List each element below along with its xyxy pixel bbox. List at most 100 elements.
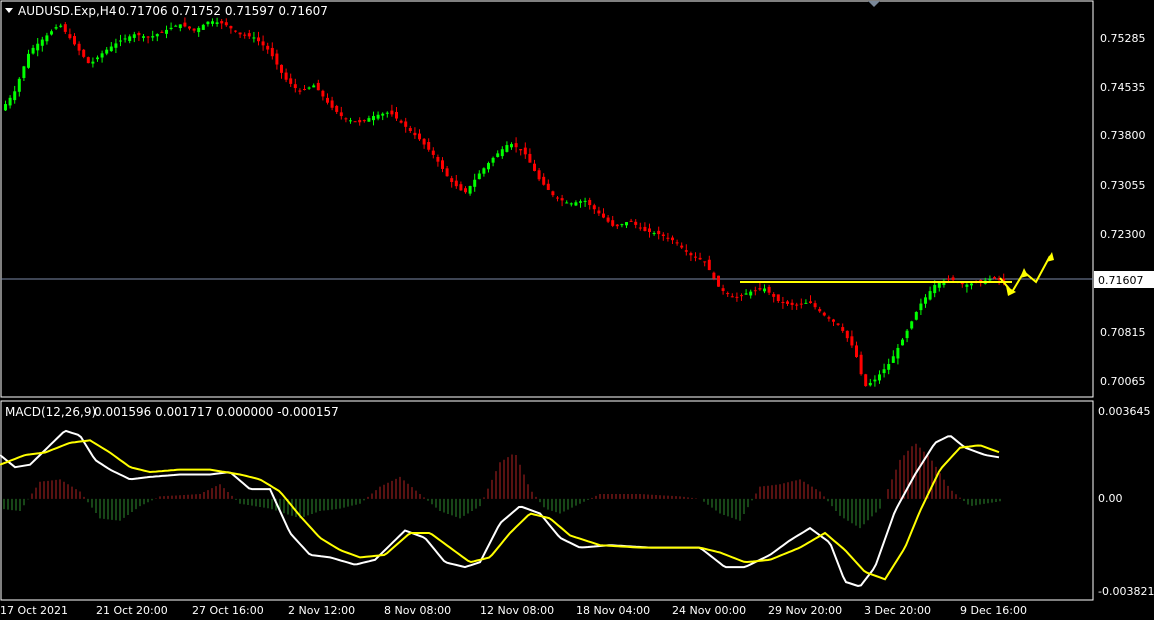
candle-bull: [574, 202, 578, 206]
candle-bear: [519, 148, 523, 151]
candle-bear: [220, 21, 224, 24]
candle-bear: [606, 217, 610, 222]
candle-bull: [887, 364, 891, 370]
macd-values: 0.001596 0.001717 0.000000 -0.000157: [94, 405, 339, 419]
candle-bull: [197, 27, 201, 33]
candle-bear: [772, 294, 776, 297]
candle-bull: [151, 36, 155, 38]
candle-bear: [592, 205, 596, 210]
candle-bear: [234, 30, 237, 32]
candle-bull: [50, 31, 53, 35]
candle-bear: [399, 120, 403, 123]
candle-bull: [749, 291, 753, 296]
candle-bull: [569, 203, 573, 205]
candle-bull: [914, 311, 918, 320]
candle-bear: [441, 160, 444, 169]
candle-bear: [648, 228, 651, 233]
candle-bull: [505, 145, 509, 152]
candle-bear: [689, 253, 693, 256]
candle-bear: [799, 303, 803, 305]
candle-bull: [482, 168, 486, 174]
time-tick-label: 2 Nov 12:00: [288, 604, 355, 617]
candle-bear: [293, 84, 297, 89]
candle-bear: [335, 105, 339, 112]
candle-bull: [36, 43, 40, 51]
candle-bull: [487, 163, 490, 170]
candle-bull: [165, 29, 168, 34]
candle-bull: [583, 200, 587, 202]
candle-bear: [993, 277, 996, 279]
chart-svg[interactable]: AUDUSD.Exp,H4 0.71706 0.71752 0.71597 0.…: [0, 0, 1154, 620]
candle-bear: [758, 288, 762, 290]
candle-bull: [882, 369, 886, 374]
candle-bull: [496, 153, 500, 157]
candle-bear: [298, 90, 302, 92]
candle-bear: [73, 36, 76, 45]
candle-bull: [970, 283, 973, 286]
candle-bear: [638, 227, 642, 229]
candle-bear: [353, 121, 357, 123]
candle-bear: [717, 275, 720, 287]
candle-bear: [330, 100, 334, 108]
candle-bear: [855, 345, 858, 358]
candle-bear: [454, 180, 458, 187]
candle-bull: [381, 113, 385, 116]
candle-bull: [178, 24, 182, 29]
price-tick-label: 0.72300: [1100, 228, 1146, 241]
candle-bull: [910, 321, 914, 329]
candle-bear: [615, 224, 619, 227]
candle-bull: [8, 97, 12, 106]
candle-bear: [445, 168, 449, 177]
candle-bear: [284, 72, 288, 80]
candle-bull: [620, 224, 624, 226]
candle-bull: [919, 303, 923, 311]
candle-bull: [252, 37, 256, 39]
candle-bear: [597, 210, 601, 214]
candle-bear: [712, 272, 716, 279]
candle-bull: [119, 40, 122, 42]
candle-bull: [933, 285, 937, 294]
candle-bear: [289, 78, 293, 84]
candle-bear: [753, 290, 757, 292]
candle-bear: [137, 33, 141, 36]
candle-bull: [901, 339, 904, 346]
candle-bear: [464, 188, 467, 193]
candle-bear: [270, 47, 274, 57]
candle-bull: [744, 293, 748, 295]
candle-bull: [468, 185, 472, 194]
candle-bear: [63, 24, 67, 32]
candle-bear: [362, 120, 366, 122]
candle-bull: [385, 112, 389, 114]
candle-bear: [735, 296, 739, 298]
candle-bear: [160, 31, 164, 33]
candle-bear: [390, 110, 394, 115]
candle-bear: [588, 199, 592, 206]
candle-bear: [450, 178, 454, 182]
time-tick-label: 3 Dec 20:00: [864, 604, 931, 617]
candle-bear: [809, 301, 812, 303]
candle-bull: [105, 49, 109, 54]
candle-bull: [312, 85, 316, 88]
candle-bear: [845, 330, 849, 339]
candle-bear: [408, 128, 412, 131]
candle-bear: [229, 26, 233, 29]
candle-bear: [192, 28, 196, 31]
candle-bear: [533, 163, 536, 171]
candle-bull: [45, 35, 49, 42]
candle-bear: [542, 176, 546, 185]
macd-tick-label: 0.00: [1098, 492, 1123, 505]
candle-bear: [183, 22, 187, 27]
candle-bear: [675, 242, 679, 244]
candle-bull: [4, 104, 7, 111]
candle-bull: [510, 144, 513, 148]
candle-bull: [625, 222, 628, 226]
candle-bull: [896, 347, 900, 359]
candle-bull: [22, 66, 26, 78]
candle-bull: [123, 38, 127, 40]
candle-bear: [726, 293, 730, 295]
candle-bear: [634, 221, 638, 225]
candle-bull: [169, 27, 173, 30]
candle-bear: [243, 34, 247, 36]
candle-bear: [321, 90, 325, 97]
candle-bull: [174, 25, 178, 27]
